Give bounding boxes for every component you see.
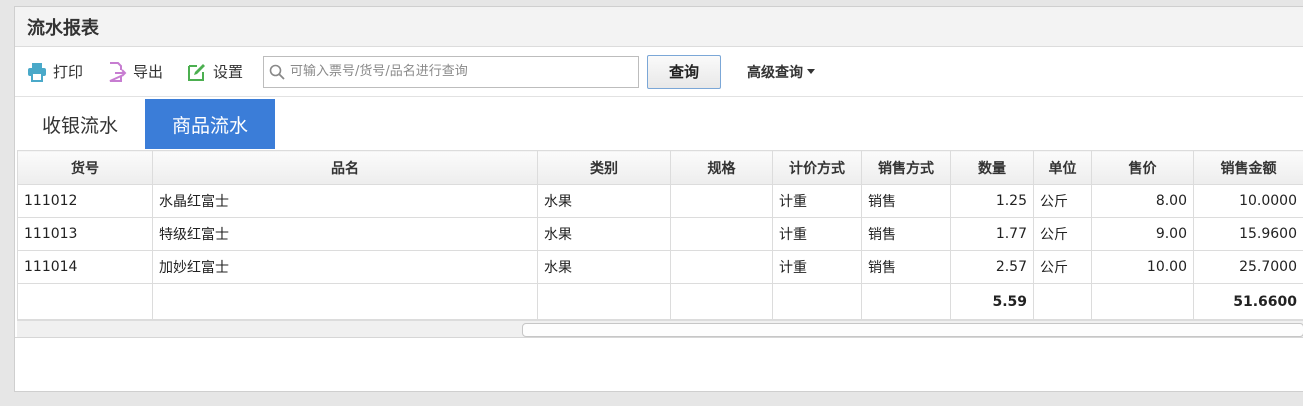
cell-sale-method: 销售: [861, 217, 951, 251]
cell-spec: [670, 250, 773, 284]
settings-button[interactable]: 设置: [187, 61, 243, 82]
tab-bar: 收银流水 商品流水: [15, 97, 1303, 149]
table-total-row: 5.59 51.6600: [17, 283, 1303, 320]
export-label: 导出: [133, 63, 164, 81]
tab-goods-flow[interactable]: 商品流水: [145, 99, 275, 149]
cell-amount: 15.9600: [1193, 217, 1303, 251]
col-header-quantity[interactable]: 数量: [950, 150, 1034, 185]
cell-quantity: 1.77: [950, 217, 1034, 251]
export-icon: [109, 61, 127, 82]
cell-spec: [670, 217, 773, 251]
printer-icon: [28, 62, 46, 82]
horizontal-scrollbar[interactable]: [17, 320, 1303, 338]
col-header-spec[interactable]: 规格: [670, 150, 773, 185]
cell-quantity: 2.57: [950, 250, 1034, 284]
settings-label: 设置: [213, 63, 244, 81]
cell-price: 8.00: [1091, 184, 1194, 218]
cell-name: 特级红富士: [152, 217, 538, 251]
col-header-item-no[interactable]: 货号: [17, 150, 153, 185]
cell-name: 水晶红富士: [152, 184, 538, 218]
page-title: 流水报表: [27, 17, 99, 39]
title-bar: 流水报表: [15, 7, 1303, 47]
advanced-query-label: 高级查询: [747, 64, 804, 81]
col-header-price[interactable]: 售价: [1091, 150, 1194, 185]
cell-pricing-method: 计重: [772, 217, 862, 251]
report-panel: 流水报表 打印 导出 设置 可输入票号/货号/品名进行查询 查询 高级查询 收银…: [14, 6, 1303, 392]
scrollbar-thumb[interactable]: [522, 323, 1303, 337]
cell-sale-method: 销售: [861, 250, 951, 284]
cell-price: 9.00: [1091, 217, 1194, 251]
search-input[interactable]: [264, 56, 639, 87]
toolbar: 打印 导出 设置 查询 高级查询: [15, 47, 1303, 97]
data-grid: 货号 品名 类别 规格 计价方式 销售方式 数量 单位 售价 销售金额 1110…: [17, 150, 1303, 338]
query-button[interactable]: 查询: [647, 54, 722, 89]
table-row[interactable]: 111013 特级红富士 水果 计重 销售 1.77 公斤 9.00 15.96…: [17, 217, 1303, 251]
col-header-category[interactable]: 类别: [537, 150, 671, 185]
total-quantity: 5.59: [950, 283, 1034, 320]
print-label: 打印: [53, 63, 84, 81]
cell-category: 水果: [537, 184, 671, 218]
cell-amount: 25.7000: [1193, 250, 1303, 284]
cell-pricing-method: 计重: [772, 250, 862, 284]
print-button[interactable]: 打印: [27, 61, 83, 82]
cell-quantity: 1.25: [950, 184, 1034, 218]
col-header-sale-method[interactable]: 销售方式: [861, 150, 951, 185]
cell-unit: 公斤: [1033, 184, 1092, 218]
col-header-pricing-method[interactable]: 计价方式: [772, 150, 862, 185]
col-header-amount[interactable]: 销售金额: [1193, 150, 1303, 185]
cell-spec: [670, 184, 773, 218]
cell-unit: 公斤: [1033, 250, 1092, 284]
col-header-unit[interactable]: 单位: [1033, 150, 1092, 185]
cell-unit: 公斤: [1033, 217, 1092, 251]
cell-category: 水果: [537, 250, 671, 284]
search-box: [263, 55, 640, 88]
col-header-name[interactable]: 品名: [152, 150, 538, 185]
cell-name: 加妙红富士: [152, 250, 538, 284]
table-row[interactable]: 111012 水晶红富士 水果 计重 销售 1.25 公斤 8.00 10.00…: [17, 184, 1303, 218]
divider: [15, 337, 1303, 338]
cell-item-no: 111013: [17, 217, 153, 251]
table-header-row: 货号 品名 类别 规格 计价方式 销售方式 数量 单位 售价 销售金额: [17, 150, 1303, 185]
search-icon: [269, 64, 285, 80]
goods-flow-table: 货号 品名 类别 规格 计价方式 销售方式 数量 单位 售价 销售金额 1110…: [17, 150, 1303, 320]
cell-item-no: 111012: [17, 184, 153, 218]
export-button[interactable]: 导出: [107, 61, 163, 82]
cell-price: 10.00: [1091, 250, 1194, 284]
caret-down-icon: [807, 69, 816, 74]
cell-item-no: 111014: [17, 250, 153, 284]
advanced-query-dropdown[interactable]: 高级查询: [747, 62, 816, 82]
table-row[interactable]: 111014 加妙红富士 水果 计重 销售 2.57 公斤 10.00 25.7…: [17, 250, 1303, 284]
edit-icon: [188, 63, 206, 81]
cell-pricing-method: 计重: [772, 184, 862, 218]
cell-amount: 10.0000: [1193, 184, 1303, 218]
total-amount: 51.6600: [1193, 283, 1303, 320]
tab-cashier-flow[interactable]: 收银流水: [15, 99, 145, 149]
cell-sale-method: 销售: [861, 184, 951, 218]
cell-category: 水果: [537, 217, 671, 251]
